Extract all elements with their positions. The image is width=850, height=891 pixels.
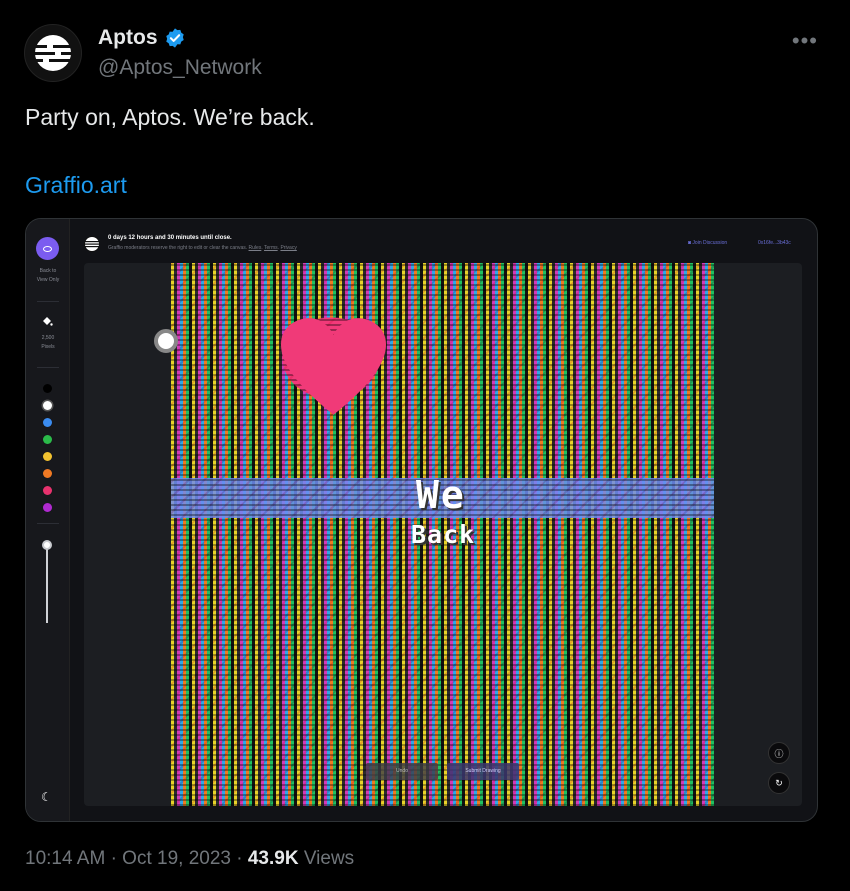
author-handle[interactable]: @Aptos_Network (98, 56, 262, 80)
join-discussion-link[interactable]: ◙ Join Discussion (688, 240, 727, 246)
verified-badge-icon (165, 28, 184, 48)
back-label-line1: Back to (39, 268, 57, 274)
views-count: 43.9K (247, 848, 299, 869)
brush-size-knob[interactable] (42, 540, 52, 550)
meta-separator: · (236, 848, 243, 869)
media-attachment[interactable]: Back to View Only 2,500 Pixels ☾ 0 days … (25, 218, 818, 822)
rules-link[interactable]: Rules (249, 245, 262, 251)
info-icon[interactable]: ⓘ (768, 742, 790, 764)
paint-bucket-icon[interactable] (41, 315, 53, 327)
tool-rail: Back to View Only 2,500 Pixels ☾ (26, 219, 70, 821)
avatar[interactable] (24, 24, 82, 82)
tweet-date[interactable]: Oct 19, 2023 (122, 848, 231, 869)
join-label: Join Discussion (692, 240, 728, 246)
refresh-icon[interactable]: ↻ (768, 772, 790, 794)
view-toggle-button[interactable] (36, 237, 59, 260)
tweet-meta: 10:14 AM · Oct 19, 2023 · 43.9K Views (25, 848, 354, 870)
undo-button[interactable]: Undo (366, 763, 438, 780)
heart-drawing (281, 318, 386, 415)
tweet-text: Party on, Aptos. We’re back. (25, 104, 315, 130)
privacy-link[interactable]: Privacy (280, 245, 296, 251)
discord-icon: ◙ (688, 240, 692, 246)
aptos-logo-icon (35, 35, 71, 71)
divider (37, 367, 59, 368)
moon-icon[interactable]: ☾ (41, 790, 52, 804)
color-swatch[interactable] (43, 401, 52, 410)
back-label-line2: View Only (36, 277, 60, 283)
tweet-time[interactable]: 10:14 AM (25, 848, 105, 869)
color-swatch[interactable] (43, 503, 52, 512)
pixels-count: 2,500 (41, 335, 55, 341)
meta-separator: · (110, 848, 117, 869)
color-swatch[interactable] (43, 469, 52, 478)
color-swatch[interactable] (43, 452, 52, 461)
eye-icon (43, 245, 52, 252)
canvas-stage: We Back Undo Submit Drawing ⓘ ↻ (84, 263, 802, 806)
divider (37, 523, 59, 524)
canvas-text-we: We (416, 473, 466, 517)
brush-cursor (154, 329, 178, 353)
moderation-notice: Graffio moderators reserve the right to … (108, 245, 297, 251)
color-swatch[interactable] (43, 418, 52, 427)
notice-text: Graffio moderators reserve the right to … (108, 245, 248, 251)
more-options-icon[interactable]: ••• (792, 28, 818, 54)
submit-drawing-button[interactable]: Submit Drawing (447, 763, 519, 780)
views-label: Views (303, 848, 355, 869)
terms-link[interactable]: Terms (264, 245, 278, 251)
brush-size-track[interactable] (46, 545, 48, 623)
color-swatch[interactable] (43, 384, 52, 393)
pixel-canvas[interactable]: We Back Undo Submit Drawing (171, 263, 714, 806)
divider (37, 301, 59, 302)
color-swatch[interactable] (43, 486, 52, 495)
pixels-label: Pixels (41, 344, 55, 350)
wallet-address[interactable]: 0x16fe...3b43c (758, 240, 791, 246)
tweet-link[interactable]: Graffio.art (25, 172, 127, 199)
color-swatch[interactable] (43, 435, 52, 444)
canvas-text-back: Back (411, 520, 476, 549)
author-name[interactable]: Aptos (98, 26, 158, 50)
countdown-text: 0 days 12 hours and 30 minutes until clo… (108, 235, 232, 241)
graffio-logo-icon (84, 236, 100, 252)
